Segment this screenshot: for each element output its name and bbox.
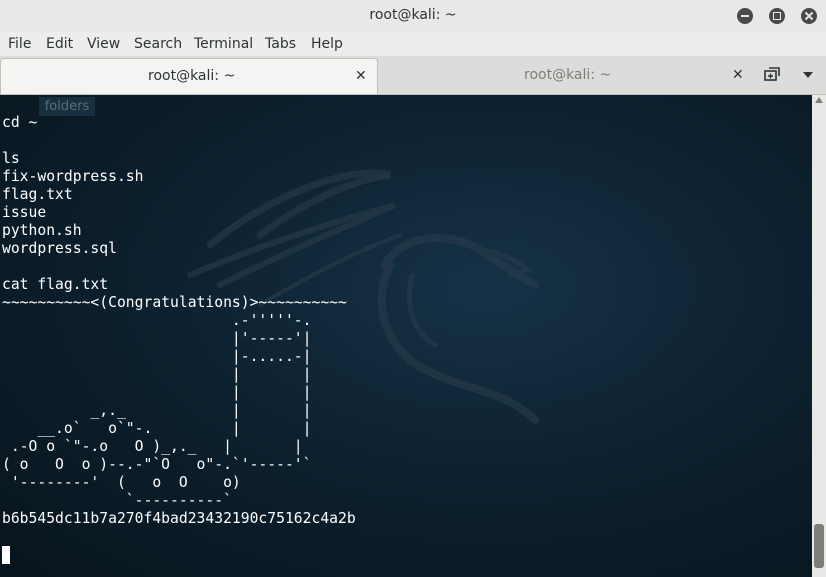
terminal-line: flag.txt	[2, 186, 73, 203]
terminal-line: .-O o `"-.o O )_,._ | |	[2, 438, 303, 455]
tab-bar: root@kali: ~ ✕ root@kali: ~ ✕	[0, 56, 826, 95]
terminal-line: issue	[2, 204, 47, 221]
vertical-scrollbar[interactable]	[812, 95, 826, 577]
terminal-line: ls	[2, 150, 20, 167]
terminal-line: .-'''''-.	[2, 312, 312, 329]
terminal-line: | |	[2, 384, 312, 401]
close-icon[interactable]	[801, 8, 817, 24]
terminal-line: fix-wordpress.sh	[2, 168, 144, 185]
terminal-line: python.sh	[2, 222, 82, 239]
terminal-output: cd ~ ls fix-wordpress.sh flag.txt issue pytho…	[2, 114, 356, 546]
terminal-line: |'-----'|	[2, 330, 312, 347]
tab-label: root@kali: ~	[524, 67, 612, 83]
terminal-area[interactable]: folders cd ~ ls fix-wordpress.sh flag.txt is…	[0, 95, 812, 577]
terminal-line: '--------' ( o O o)	[2, 474, 241, 491]
menu-search[interactable]: Search	[134, 36, 182, 52]
title-bar: root@kali: ~	[0, 0, 826, 33]
tab-inactive[interactable]: root@kali: ~ ✕	[377, 58, 755, 93]
terminal-cursor	[2, 546, 10, 564]
minimize-icon[interactable]	[737, 8, 753, 24]
tab-label: root@kali: ~	[148, 68, 236, 84]
terminal-line: |-.....-|	[2, 348, 312, 365]
maximize-icon[interactable]	[769, 8, 785, 24]
terminal-line: ( o O o )--.-"`O o"-.`'-----'`	[2, 456, 312, 473]
tab-active[interactable]: root@kali: ~ ✕	[0, 58, 378, 94]
menu-file[interactable]: File	[8, 36, 31, 52]
terminal-line: cat flag.txt	[2, 276, 109, 293]
tab-menu-icon[interactable]	[802, 70, 814, 80]
menu-tabs[interactable]: Tabs	[265, 36, 296, 52]
menu-terminal[interactable]: Terminal	[194, 36, 253, 52]
terminal-line: ~~~~~~~~~~<(Congratulations)>~~~~~~~~~~	[2, 294, 347, 311]
terminal-line: `----------`	[2, 492, 232, 509]
scrollbar-thumb[interactable]	[814, 524, 824, 568]
scroll-up-arrow-icon[interactable]	[815, 96, 823, 104]
new-tab-icon[interactable]	[763, 66, 781, 84]
menu-help[interactable]: Help	[311, 36, 343, 52]
terminal-line: _,._ | |	[2, 402, 312, 419]
terminal-line: cd ~	[2, 114, 38, 131]
terminal-line: | |	[2, 366, 312, 383]
terminal-line: __.o` o`"-. | |	[2, 420, 312, 437]
tab-close-icon[interactable]: ✕	[355, 68, 367, 84]
menu-edit[interactable]: Edit	[46, 36, 73, 52]
menu-bar: File Edit View Search Terminal Tabs Help	[0, 32, 826, 56]
terminal-window: root@kali: ~ File Edit View Search Termi…	[0, 0, 826, 577]
tab-close-icon[interactable]: ✕	[732, 67, 744, 83]
terminal-line: b6b545dc11b7a270f4bad23432190c75162c4a2b	[2, 510, 356, 527]
menu-view[interactable]: View	[87, 36, 120, 52]
terminal-line: wordpress.sql	[2, 240, 117, 257]
window-title: root@kali: ~	[369, 7, 457, 23]
